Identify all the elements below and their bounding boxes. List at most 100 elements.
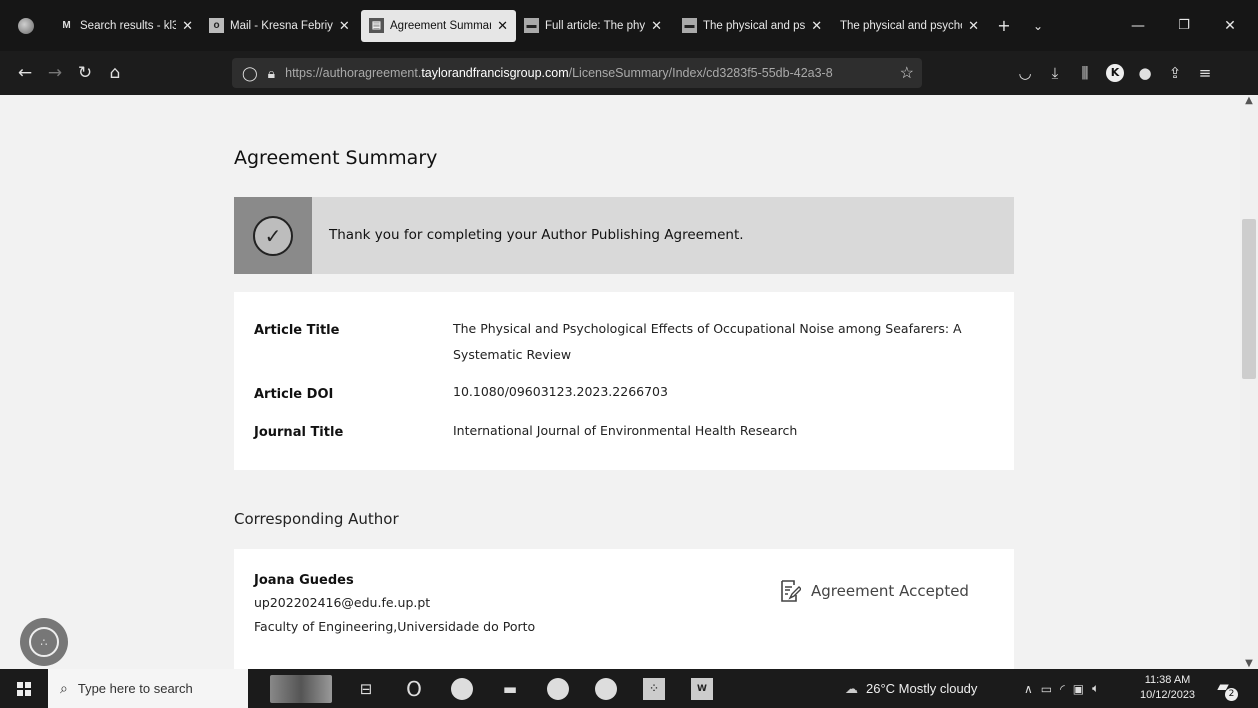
url-path: /LicenseSummary/Index/cd3283f5-55db-42a3…	[568, 66, 833, 80]
file-explorer-icon[interactable]: ▬	[486, 680, 534, 698]
list-tabs-chevron-icon[interactable]: ⌄	[1021, 19, 1055, 33]
scroll-up-arrow-icon[interactable]: ▲	[1240, 95, 1258, 106]
url-bar[interactable]: ◯ 🔒︎ https://authoragreement. taylorandfr…	[232, 58, 922, 88]
wifi-icon[interactable]: ◜	[1060, 682, 1065, 696]
success-banner: ✓ Thank you for completing your Author P…	[234, 197, 1014, 274]
cookie-settings-button[interactable]: ∴	[20, 618, 68, 666]
cloud-icon: ☁	[845, 680, 858, 696]
success-icon-panel: ✓	[234, 197, 312, 274]
firefox-taskbar-icon[interactable]	[595, 677, 617, 700]
outlook-icon: o	[209, 18, 224, 33]
pocket-icon[interactable]: ◡	[1010, 64, 1040, 82]
minimize-window-icon[interactable]: —	[1115, 18, 1161, 34]
tab-label: Agreement Summar	[390, 19, 492, 32]
document-icon: ▤	[369, 18, 384, 33]
firefox-view-button[interactable]	[0, 0, 51, 51]
check-circle-icon: ✓	[253, 215, 293, 256]
clock-date: 10/12/2023	[1140, 689, 1196, 701]
taskbar-clock[interactable]: 11:38 AM 10/12/2023	[1140, 673, 1195, 703]
clock-time: 11:38 AM	[1144, 674, 1191, 686]
search-icon: ⌕	[60, 680, 68, 696]
signed-document-icon	[781, 580, 801, 602]
extension-icon[interactable]: ●	[1130, 64, 1160, 82]
author-affiliation: Faculty of Engineering,Universidade do P…	[254, 619, 536, 634]
browser-nav-bar: ← → ↻ ⌂ ◯ 🔒︎ https://authoragreement. tay…	[0, 51, 1258, 95]
restore-window-icon[interactable]: ❐	[1161, 18, 1207, 33]
banner-message: Thank you for completing your Author Pub…	[329, 227, 744, 243]
tab-label: The physical and psycho	[840, 19, 963, 32]
app-icon[interactable]: ⁘	[643, 677, 665, 700]
edge-icon[interactable]	[547, 677, 569, 700]
tab-agreement-summary[interactable]: ▤ Agreement Summar ✕	[361, 9, 516, 42]
close-tab-icon[interactable]: ✕	[651, 18, 662, 34]
tab-outlook-mail[interactable]: o Mail - Kresna Febriy ✕	[201, 0, 361, 51]
url-prefix: https://authoragreement.	[285, 66, 422, 80]
close-tab-icon[interactable]: ✕	[497, 18, 508, 34]
page-title: Agreement Summary	[234, 147, 438, 169]
taskbar-search-placeholder: Type here to search	[77, 681, 193, 696]
notification-center-button[interactable]: ▰ 2	[1212, 677, 1238, 701]
bookmark-star-icon[interactable]: ☆	[900, 63, 914, 83]
url-host: taylorandfrancisgroup.com	[421, 66, 569, 80]
back-arrow-icon[interactable]: ←	[10, 63, 40, 83]
reload-icon[interactable]: ↻	[70, 63, 100, 83]
new-tab-icon[interactable]: +	[987, 16, 1021, 35]
corresponding-author-heading: Corresponding Author	[234, 510, 399, 528]
library-icon[interactable]: ⫼	[1070, 64, 1100, 82]
share-icon[interactable]: ⇪	[1160, 64, 1190, 82]
volume-icon[interactable]: 🔈︎	[1092, 681, 1099, 696]
browser-tab-bar: M Search results - kl3 ✕ o Mail - Kresna…	[0, 0, 1258, 51]
author-name: Joana Guedes	[254, 573, 354, 588]
article-title-value: The Physical and Psychological Effects o…	[453, 321, 962, 362]
tab-physical-psycho[interactable]: The physical and psycho ✕	[832, 0, 987, 51]
task-view-icon[interactable]: ⊟	[342, 680, 390, 698]
close-tab-icon[interactable]: ✕	[811, 18, 822, 34]
firefox-icon	[17, 17, 34, 34]
tab-label: Mail - Kresna Febriy	[230, 19, 333, 32]
page-scrollbar[interactable]: ▲ ▼	[1240, 95, 1258, 669]
windows-taskbar: ⌕ Type here to search ⊟ O ▬ ⁘ W ☁ 26°C M…	[0, 669, 1258, 708]
cookie-icon: ∴	[29, 627, 59, 657]
tab-gmail-search[interactable]: M Search results - kl3 ✕	[51, 0, 201, 51]
tab-physical-ps[interactable]: ▬ The physical and ps ✕	[674, 0, 832, 51]
account-avatar-icon[interactable]: K	[1106, 64, 1124, 82]
scrollbar-thumb[interactable]	[1242, 219, 1256, 379]
start-button[interactable]	[0, 669, 48, 708]
windows-logo-icon	[17, 681, 31, 696]
tab-label: Search results - kl3	[80, 19, 177, 32]
forward-arrow-icon[interactable]: →	[40, 63, 70, 83]
lock-icon[interactable]: 🔒︎	[268, 65, 275, 82]
zoom-icon[interactable]	[451, 677, 473, 700]
agreement-status-label: Agreement Accepted	[811, 582, 969, 600]
page-content: Agreement Summary ✓ Thank you for comple…	[0, 95, 1240, 669]
battery-icon[interactable]: ▭	[1041, 682, 1052, 696]
home-icon[interactable]: ⌂	[100, 63, 130, 83]
article-doi-label: Article DOI	[254, 387, 334, 402]
weather-widget[interactable]: ☁ 26°C Mostly cloudy	[845, 669, 977, 708]
opera-icon[interactable]: O	[390, 677, 438, 701]
notification-count: 2	[1225, 688, 1238, 701]
close-tab-icon[interactable]: ✕	[182, 18, 193, 34]
news-widget-icon[interactable]	[270, 674, 332, 703]
journal-title-value: International Journal of Environmental H…	[453, 423, 798, 438]
word-icon[interactable]: W	[691, 677, 713, 700]
article-title-label: Article Title	[254, 323, 340, 338]
author-card: Joana Guedes up202202416@edu.fe.up.pt Fa…	[234, 549, 1014, 669]
agreement-status: Agreement Accepted	[779, 579, 969, 603]
tab-label: The physical and ps	[703, 19, 806, 32]
close-window-icon[interactable]: ✕	[1207, 18, 1253, 34]
downloads-icon[interactable]: ⤓	[1040, 64, 1070, 82]
display-icon[interactable]: ▣	[1073, 682, 1084, 696]
journal-title-label: Journal Title	[254, 425, 344, 440]
chevron-up-icon[interactable]: ∧	[1024, 682, 1033, 696]
article-details-card: Article Title The Physical and Psycholog…	[234, 292, 1014, 470]
close-tab-icon[interactable]: ✕	[968, 18, 979, 34]
tab-full-article[interactable]: ▬ Full article: The phy ✕	[516, 0, 674, 51]
menu-hamburger-icon[interactable]: ≡	[1190, 64, 1220, 82]
gmail-icon: M	[62, 20, 71, 31]
tandf-icon: ▬	[524, 18, 539, 33]
tracking-shield-icon[interactable]: ◯	[242, 65, 258, 82]
close-tab-icon[interactable]: ✕	[339, 18, 350, 34]
scroll-down-arrow-icon[interactable]: ▼	[1240, 658, 1258, 669]
taskbar-search-box[interactable]: ⌕ Type here to search	[48, 669, 248, 708]
